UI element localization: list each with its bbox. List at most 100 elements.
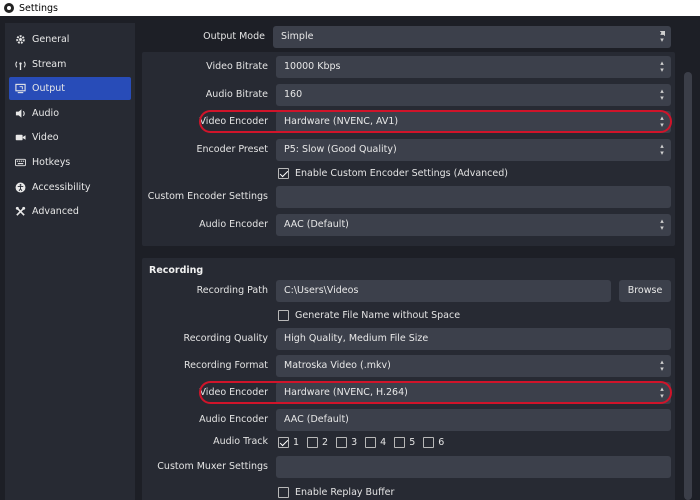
audio-track-label: Audio Track xyxy=(213,436,268,447)
custom-muxer-label: Custom Muxer Settings xyxy=(157,461,268,472)
sidebar-item-advanced[interactable]: Advanced xyxy=(9,200,131,223)
title-bar: Settings xyxy=(0,0,700,16)
antenna-icon xyxy=(13,57,27,71)
audio-bitrate-label: Audio Bitrate xyxy=(205,89,268,100)
custom-encoder-settings-row: Custom Encoder Settings xyxy=(142,186,675,208)
replay-buffer-checkbox-row[interactable]: Enable Replay Buffer xyxy=(278,484,394,500)
recording-format-value: Matroska Video (.mkv) xyxy=(284,360,391,371)
sidebar-item-audio[interactable]: Audio xyxy=(9,102,131,125)
audio-track-1-label: 1 xyxy=(293,436,300,448)
no-space-label: Generate File Name without Space xyxy=(295,309,461,321)
sidebar-item-hotkeys[interactable]: Hotkeys xyxy=(9,151,131,174)
sidebar-item-label: Stream xyxy=(32,58,67,70)
audio-track-4-checkbox[interactable] xyxy=(365,436,377,448)
stream-audio-encoder-select[interactable]: AAC (Default) ▴ ▾ xyxy=(276,214,671,236)
encoder-preset-select[interactable]: P5: Slow (Good Quality) ▴ ▾ xyxy=(276,139,671,161)
output-mode-value: Simple xyxy=(281,31,314,42)
sidebar-item-accessibility[interactable]: Accessibility xyxy=(9,176,131,199)
video-bitrate-spinbox[interactable]: 10000 Kbps ▴ ▾ xyxy=(276,56,671,78)
replay-buffer-checkbox[interactable] xyxy=(278,486,289,498)
audio-bitrate-select[interactable]: 160 ▴ ▾ xyxy=(276,84,671,106)
enable-custom-encoder-checkbox[interactable] xyxy=(278,167,289,179)
wrench-icon xyxy=(13,205,27,219)
video-bitrate-value: 10000 Kbps xyxy=(284,61,341,72)
audio-track-2[interactable]: 2 xyxy=(307,436,329,448)
no-space-checkbox-row[interactable]: Generate File Name without Space xyxy=(278,307,460,323)
recording-audio-encoder-row: Audio Encoder AAC (Default) xyxy=(142,409,675,431)
audio-track-5-checkbox[interactable] xyxy=(394,436,406,448)
audio-track-6-label: 6 xyxy=(438,436,445,448)
output-settings-panel: Output Mode Simple ▴ ▾ Video Bitrate 1000… xyxy=(139,18,677,500)
encoder-preset-row: Encoder Preset P5: Slow (Good Quality) ▴… xyxy=(142,139,675,161)
monitor-output-icon xyxy=(13,82,27,96)
sidebar-item-general[interactable]: General xyxy=(9,28,131,51)
encoder-preset-label: Encoder Preset xyxy=(196,144,268,155)
sidebar-item-stream[interactable]: Stream xyxy=(9,53,131,76)
encoder-preset-value: P5: Slow (Good Quality) xyxy=(284,144,397,155)
audio-track-6-checkbox[interactable] xyxy=(423,436,435,448)
annotation-highlight-stream-encoder xyxy=(199,110,672,133)
audio-track-1-checkbox[interactable] xyxy=(278,436,289,448)
sidebar-item-label: Audio xyxy=(32,107,60,119)
sidebar: General Stream Output Audio Video Hotkey… xyxy=(5,23,135,500)
enable-custom-encoder-label: Enable Custom Encoder Settings (Advanced… xyxy=(295,167,508,179)
audio-track-1[interactable]: 1 xyxy=(278,436,300,448)
recording-path-input[interactable]: C:\Users\Videos xyxy=(276,280,611,302)
audio-track-3-label: 3 xyxy=(351,436,358,448)
obs-logo-icon xyxy=(4,3,14,13)
browse-button[interactable]: Browse xyxy=(619,280,671,302)
recording-format-select[interactable]: Matroska Video (.mkv) ▴ ▾ xyxy=(276,355,671,377)
audio-track-checkboxes: 1 2 3 4 5 6 xyxy=(278,434,452,450)
chevron-updown-icon: ▴ ▾ xyxy=(660,87,664,102)
sidebar-item-label: General xyxy=(32,34,70,45)
recording-quality-label: Recording Quality xyxy=(183,333,268,344)
audio-track-row: Audio Track 1 2 3 4 5 6 xyxy=(142,434,675,450)
sidebar-item-label: Hotkeys xyxy=(32,156,71,168)
stream-audio-encoder-row: Audio Encoder AAC (Default) ▴ ▾ xyxy=(142,214,675,236)
audio-track-4[interactable]: 4 xyxy=(365,436,386,448)
vertical-scrollbar[interactable] xyxy=(680,18,698,500)
annotation-highlight-recording-encoder xyxy=(199,381,672,404)
output-mode-select[interactable]: Simple ▴ ▾ xyxy=(273,26,671,48)
video-bitrate-row: Video Bitrate 10000 Kbps ▴ ▾ xyxy=(142,56,675,78)
sidebar-item-label: Accessibility xyxy=(32,181,91,193)
recording-quality-value: High Quality, Medium File Size xyxy=(284,333,429,344)
custom-muxer-input[interactable] xyxy=(276,456,671,478)
audio-track-2-label: 2 xyxy=(322,436,329,448)
sidebar-item-output[interactable]: Output xyxy=(9,77,131,101)
audio-track-2-checkbox[interactable] xyxy=(307,436,319,448)
chevron-updown-icon: ▴ ▾ xyxy=(660,358,664,373)
accessibility-icon xyxy=(13,180,27,194)
gear-icon xyxy=(13,33,27,47)
recording-path-value: C:\Users\Videos xyxy=(284,285,359,296)
recording-path-label: Recording Path xyxy=(196,285,268,296)
recording-group: Recording Recording Path C:\Users\Videos… xyxy=(142,258,675,500)
custom-encoder-settings-input[interactable] xyxy=(276,186,671,208)
no-space-checkbox[interactable] xyxy=(278,309,289,321)
recording-audio-encoder-select[interactable]: AAC (Default) xyxy=(276,409,671,431)
sidebar-item-video[interactable]: Video xyxy=(9,126,131,149)
video-bitrate-label: Video Bitrate xyxy=(206,61,268,72)
audio-track-3-checkbox[interactable] xyxy=(336,436,348,448)
spin-arrows-icon[interactable]: ▴ ▾ xyxy=(658,60,666,74)
audio-track-5-label: 5 xyxy=(409,436,416,448)
audio-track-3[interactable]: 3 xyxy=(336,436,358,448)
recording-path-row: Recording Path C:\Users\Videos Browse xyxy=(142,280,675,302)
recording-audio-encoder-value: AAC (Default) xyxy=(284,414,349,425)
recording-format-row: Recording Format Matroska Video (.mkv) ▴… xyxy=(142,355,675,377)
scrollbar-thumb[interactable] xyxy=(684,72,692,500)
custom-encoder-settings-label: Custom Encoder Settings xyxy=(147,191,268,202)
output-mode-label: Output Mode xyxy=(203,31,265,42)
enable-custom-encoder-checkbox-row[interactable]: Enable Custom Encoder Settings (Advanced… xyxy=(278,165,508,181)
window-title: Settings xyxy=(19,2,58,14)
speaker-icon xyxy=(13,106,27,120)
recording-quality-select[interactable]: High Quality, Medium File Size xyxy=(276,328,671,350)
sidebar-item-label: Output xyxy=(32,83,65,95)
chevron-updown-icon: ▴ ▾ xyxy=(660,29,664,44)
recording-audio-encoder-label: Audio Encoder xyxy=(199,414,268,425)
custom-muxer-row: Custom Muxer Settings xyxy=(142,456,675,478)
audio-track-6[interactable]: 6 xyxy=(423,436,445,448)
audio-track-5[interactable]: 5 xyxy=(394,436,416,448)
keyboard-icon xyxy=(13,155,27,169)
stream-audio-encoder-label: Audio Encoder xyxy=(199,219,268,230)
